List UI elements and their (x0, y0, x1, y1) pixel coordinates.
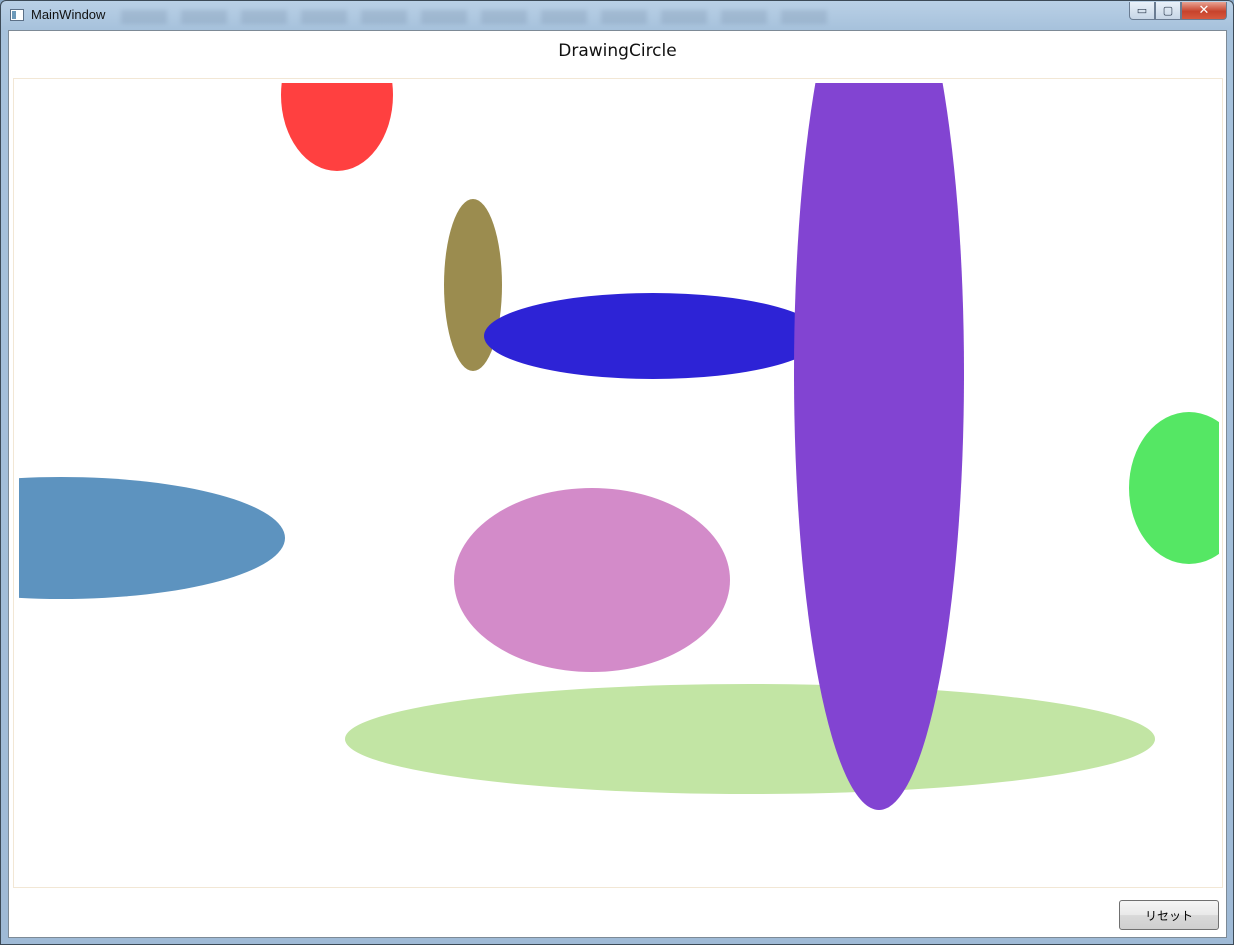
green-ellipse (1129, 412, 1219, 564)
lightgreen-ellipse (345, 684, 1155, 794)
client-area: DrawingCircle リセット (8, 30, 1227, 938)
reset-button[interactable]: リセット (1119, 900, 1219, 930)
caption-buttons: ▭ ▢ ✕ (1129, 2, 1227, 21)
drawing-canvas[interactable] (19, 83, 1219, 883)
maximize-icon: ▢ (1162, 4, 1174, 17)
maximize-button[interactable]: ▢ (1155, 2, 1181, 20)
app-icon (10, 9, 24, 21)
pink-ellipse (454, 488, 730, 672)
page-title: DrawingCircle (558, 41, 677, 61)
minimize-icon: ▭ (1136, 4, 1148, 17)
drawing-canvas-frame (13, 78, 1223, 888)
red-ellipse (281, 83, 393, 171)
title-bar[interactable]: MainWindow ▭ ▢ ✕ (1, 1, 1233, 30)
steelblue-ellipse (19, 477, 285, 599)
window-title: MainWindow (31, 7, 106, 22)
minimize-button[interactable]: ▭ (1129, 2, 1155, 20)
main-window: MainWindow ▭ ▢ ✕ DrawingCircle リセット (0, 0, 1234, 945)
blue-ellipse (484, 293, 822, 379)
close-button[interactable]: ✕ (1181, 2, 1227, 20)
close-icon: ✕ (1198, 3, 1210, 18)
